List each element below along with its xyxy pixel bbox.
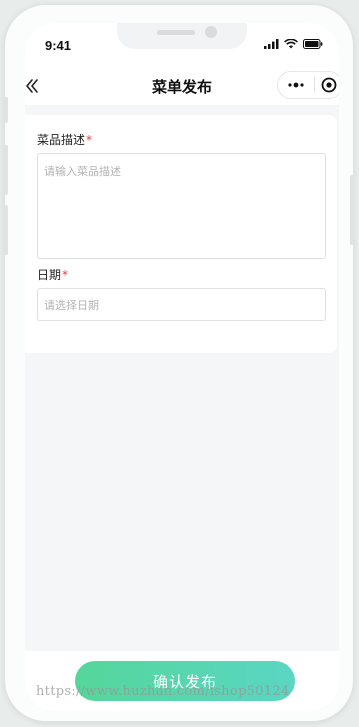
- phone-frame: 9:41 菜单发布 菜品描述* 请输入菜品描述 日期* 请选择日期 确认发布: [4, 4, 354, 722]
- form-card: 菜品描述* 日期* 请选择日期: [25, 115, 337, 353]
- description-label: 菜品描述*: [37, 131, 92, 148]
- mute-switch: [5, 97, 8, 123]
- close-mini-program-button[interactable]: [315, 72, 339, 98]
- volume-up-button: [5, 145, 8, 195]
- date-placeholder: 请选择日期: [44, 298, 99, 312]
- navigation-bar: 菜单发布: [25, 67, 339, 105]
- mini-program-capsule: [277, 71, 339, 99]
- battery-icon: [303, 39, 323, 49]
- description-label-text: 菜品描述: [37, 133, 86, 147]
- volume-down-button: [5, 205, 8, 255]
- signal-icon: [264, 39, 279, 49]
- status-icons: [264, 39, 323, 49]
- target-circle-icon: [321, 77, 336, 93]
- front-camera: [205, 26, 217, 38]
- more-button[interactable]: [278, 72, 314, 98]
- app-screen: 9:41 菜单发布 菜品描述* 请输入菜品描述 日期* 请选择日期 确认发布: [25, 23, 339, 711]
- status-time: 9:41: [45, 38, 72, 53]
- date-required-mark: *: [62, 268, 69, 282]
- wifi-icon: [284, 39, 298, 49]
- device-notch: [117, 23, 247, 49]
- speaker-grill: [157, 30, 195, 35]
- date-label-text: 日期: [37, 268, 62, 282]
- watermark-text: https://www.huzhan.com/ishop50124: [36, 684, 290, 699]
- description-required-mark: *: [86, 133, 93, 147]
- date-picker-field[interactable]: 请选择日期: [37, 288, 326, 321]
- bottom-action-bar: 确认发布: [25, 651, 339, 711]
- more-dots-icon: [288, 82, 304, 88]
- description-textarea[interactable]: [37, 153, 326, 259]
- power-button: [350, 175, 353, 245]
- date-label: 日期*: [37, 266, 68, 283]
